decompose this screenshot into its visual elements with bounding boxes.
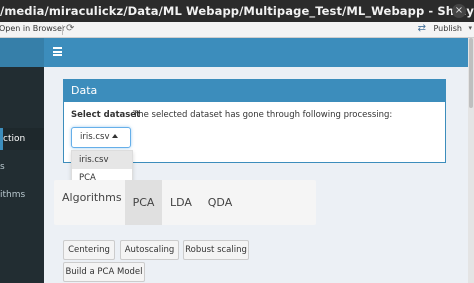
robust-scaling-button[interactable]: Robust scaling bbox=[183, 240, 249, 260]
tab-pca[interactable]: PCA bbox=[125, 180, 162, 225]
tab-lda[interactable]: LDA bbox=[164, 180, 198, 225]
select-dataset-label: Select dataset bbox=[71, 110, 141, 120]
algorithms-label: Algorithms bbox=[62, 191, 122, 204]
sidebar-logo-area bbox=[0, 38, 44, 67]
sidebar-item-analysis[interactable]: s bbox=[0, 156, 44, 178]
data-box-header: Data bbox=[64, 79, 445, 102]
top-navbar bbox=[44, 38, 474, 67]
chevron-down-icon[interactable]: ▾ bbox=[468, 24, 472, 32]
viewer-toolbar: Open in Browser ⟳ ⇄ Publish ▾ bbox=[0, 22, 474, 38]
toolbar-divider bbox=[62, 25, 63, 35]
hamburger-icon[interactable] bbox=[53, 47, 62, 56]
algorithms-tabset: Algorithms PCA LDA QDA bbox=[54, 180, 316, 225]
caret-up-icon bbox=[112, 134, 118, 138]
autoscaling-button[interactable]: Autoscaling bbox=[120, 240, 179, 260]
dataset-select-value: iris.csv bbox=[80, 132, 110, 142]
processing-text: The selected dataset has gone through fo… bbox=[133, 110, 393, 120]
sidebar-item-label: ction bbox=[3, 134, 26, 144]
build-pca-model-button[interactable]: Build a PCA Model bbox=[63, 262, 145, 282]
tab-qda[interactable]: QDA bbox=[202, 180, 238, 225]
publish-button[interactable]: Publish bbox=[433, 24, 462, 33]
window-title: /media/miraculickz/Data/ML Webapp/Multip… bbox=[0, 4, 474, 18]
centering-button[interactable]: Centering bbox=[63, 240, 115, 260]
close-icon[interactable]: × bbox=[452, 4, 466, 18]
window-titlebar: /media/miraculickz/Data/ML Webapp/Multip… bbox=[0, 0, 474, 22]
sidebar: ction s ithms bbox=[0, 67, 44, 283]
scrollbar[interactable] bbox=[468, 38, 474, 283]
reload-icon[interactable]: ⟳ bbox=[66, 23, 74, 34]
sidebar-item-algorithms[interactable]: ithms bbox=[0, 184, 44, 206]
dataset-select[interactable]: iris.csv bbox=[71, 127, 131, 148]
publish-icon[interactable]: ⇄ bbox=[418, 23, 426, 34]
scrollbar-thumb[interactable] bbox=[469, 38, 473, 108]
sidebar-item-label: s bbox=[0, 162, 5, 172]
sidebar-item-label: ithms bbox=[0, 190, 26, 200]
dropdown-option-iris[interactable]: iris.csv bbox=[72, 151, 132, 169]
sidebar-item-selection[interactable]: ction bbox=[0, 128, 44, 150]
open-in-browser-button[interactable]: Open in Browser bbox=[0, 24, 65, 33]
